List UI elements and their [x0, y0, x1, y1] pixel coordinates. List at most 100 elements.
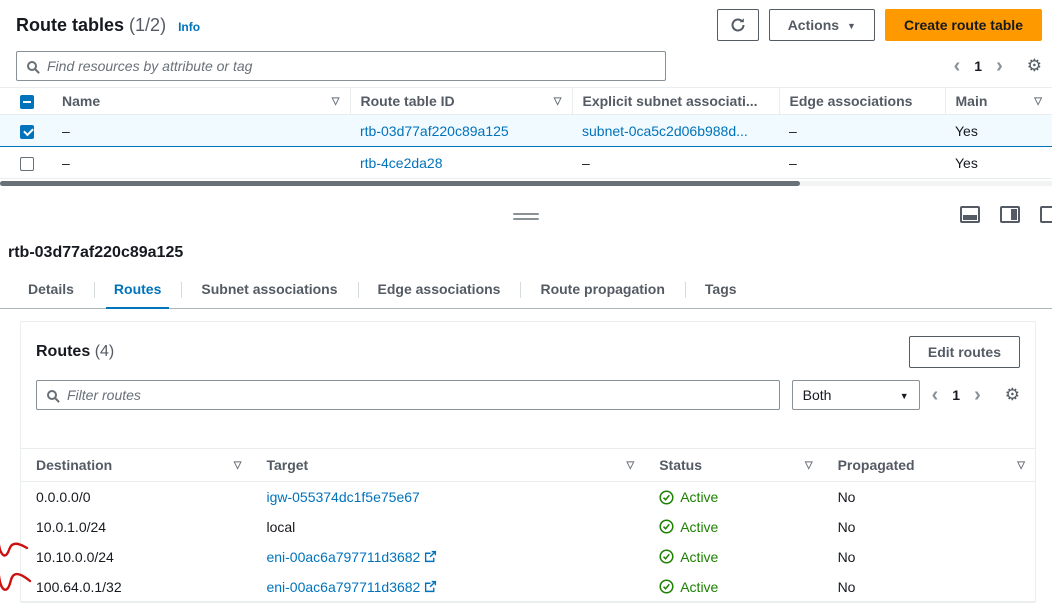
- status-label: Active: [680, 489, 718, 505]
- tab-edge-associations[interactable]: Edge associations: [358, 272, 521, 308]
- filter-routes-box[interactable]: [36, 380, 780, 410]
- search-input[interactable]: [45, 57, 655, 75]
- select-all-checkbox[interactable]: [20, 95, 34, 109]
- column-label: Main: [956, 93, 988, 109]
- split-panel-bar: [0, 200, 1052, 242]
- column-header-propagated[interactable]: Propagated ▽: [823, 449, 1035, 482]
- cell-propagated: No: [823, 542, 1035, 572]
- actions-button-label: Actions: [788, 17, 839, 33]
- info-link[interactable]: Info: [178, 20, 200, 34]
- tab-routes[interactable]: Routes: [94, 272, 181, 308]
- status-badge: Active: [659, 549, 812, 565]
- column-header-route-table-id[interactable]: Route table ID▽: [350, 88, 572, 115]
- column-header-edge-associations[interactable]: Edge associations: [779, 88, 945, 115]
- sort-icon: ▽: [1017, 460, 1025, 471]
- search-icon: [47, 390, 57, 400]
- cell-destination: 10.10.0.0/24: [21, 542, 251, 572]
- column-label: Edge associations: [790, 93, 913, 109]
- tab-tags[interactable]: Tags: [685, 272, 757, 308]
- preferences-gear-icon[interactable]: ⚙: [1027, 56, 1042, 76]
- cell-propagated: No: [823, 572, 1035, 602]
- tab-route-propagation[interactable]: Route propagation: [520, 272, 684, 308]
- route-row: 100.64.0.1/32 eni-00ac6a797711d3682 Acti…: [21, 572, 1035, 602]
- column-label: Destination: [36, 457, 112, 473]
- column-header-name[interactable]: Name▽: [52, 88, 350, 115]
- column-header-main[interactable]: Main ▽: [945, 88, 1052, 115]
- external-link-icon[interactable]: [424, 550, 437, 563]
- route-table-id-link[interactable]: rtb-4ce2da28: [360, 155, 443, 171]
- maximize-panel-icon[interactable]: [1040, 206, 1052, 223]
- status-label: Active: [680, 519, 718, 535]
- cell-propagated: No: [823, 482, 1035, 512]
- column-label: Target: [266, 457, 308, 473]
- horizontal-scrollbar[interactable]: [0, 181, 1052, 186]
- filter-routes-input[interactable]: [65, 386, 769, 404]
- routes-count: (4): [95, 343, 115, 360]
- column-header-destination[interactable]: Destination▽: [21, 449, 251, 482]
- list-toolbar: ‹ 1 › ⚙: [0, 45, 1052, 87]
- column-label: Status: [659, 457, 702, 473]
- search-icon: [27, 61, 37, 71]
- column-header-status[interactable]: Status▽: [644, 449, 822, 482]
- cell-explicit-subnet: –: [572, 147, 779, 179]
- table-row[interactable]: – rtb-03d77af220c89a125 subnet-0ca5c2d06…: [0, 115, 1052, 147]
- bottom-panel-layout-icon[interactable]: [960, 206, 980, 223]
- preferences-gear-icon[interactable]: ⚙: [1005, 385, 1020, 405]
- status-badge: Active: [659, 489, 812, 505]
- route-type-select[interactable]: Both ▼: [792, 380, 920, 410]
- current-page[interactable]: 1: [974, 58, 982, 74]
- subnet-association-link[interactable]: subnet-0ca5c2d06b988d...: [582, 123, 748, 139]
- refresh-icon: [730, 17, 746, 33]
- column-header-target[interactable]: Target▽: [251, 449, 644, 482]
- row-checkbox[interactable]: [20, 157, 34, 171]
- tab-subnet-associations[interactable]: Subnet associations: [181, 272, 357, 308]
- route-row: 10.10.0.0/24 eni-00ac6a797711d3682 Activ…: [21, 542, 1035, 572]
- prev-page-button[interactable]: ‹: [932, 385, 939, 405]
- target-link[interactable]: eni-00ac6a797711d3682: [266, 579, 420, 595]
- row-checkbox[interactable]: [20, 125, 34, 139]
- search-box[interactable]: [16, 51, 666, 81]
- external-link-icon[interactable]: [424, 580, 437, 593]
- tab-details[interactable]: Details: [8, 272, 94, 308]
- create-route-table-button[interactable]: Create route table: [885, 9, 1042, 41]
- cell-target: local: [251, 512, 644, 542]
- status-label: Active: [680, 549, 718, 565]
- caret-down-icon: ▼: [900, 391, 909, 401]
- cell-main: Yes: [945, 115, 1052, 147]
- table-row[interactable]: – rtb-4ce2da28 – – Yes: [0, 147, 1052, 179]
- route-table-id-link[interactable]: rtb-03d77af220c89a125: [360, 123, 509, 139]
- status-success-icon: [659, 490, 674, 505]
- side-panel-layout-icon[interactable]: [1000, 206, 1020, 223]
- page-title-text: Route tables: [16, 15, 124, 35]
- actions-button[interactable]: Actions ▼: [769, 9, 875, 41]
- target-link[interactable]: eni-00ac6a797711d3682: [266, 549, 420, 565]
- detail-title: rtb-03d77af220c89a125: [8, 244, 1052, 262]
- route-tables-table: Name▽ Route table ID▽ Explicit subnet as…: [0, 87, 1052, 179]
- routes-card: Routes (4) Edit routes Both ▼ ‹ 1 › ⚙ De…: [20, 321, 1036, 603]
- cell-destination: 0.0.0.0/0: [21, 482, 251, 512]
- route-row: 10.0.1.0/24 local Active No: [21, 512, 1035, 542]
- edit-routes-button[interactable]: Edit routes: [909, 336, 1020, 368]
- routes-toolbar: Both ▼ ‹ 1 › ⚙: [21, 374, 1035, 420]
- next-page-button[interactable]: ›: [996, 56, 1003, 76]
- cell-name: –: [52, 115, 350, 147]
- scrollbar-thumb[interactable]: [0, 181, 800, 186]
- column-label: Propagated: [838, 457, 915, 473]
- cell-edge-associations: –: [779, 147, 945, 179]
- prev-page-button[interactable]: ‹: [954, 56, 961, 76]
- route-type-select-value: Both: [803, 387, 832, 403]
- sort-icon: ▽: [1034, 96, 1042, 107]
- column-label: Route table ID: [361, 93, 455, 109]
- next-page-button[interactable]: ›: [974, 385, 981, 405]
- routes-title: Routes (4): [36, 343, 114, 361]
- column-label: Explicit subnet associati...: [583, 93, 758, 109]
- table-header-row: Destination▽ Target▽ Status▽ Propagated ▽: [21, 449, 1035, 482]
- column-header-explicit-subnet[interactable]: Explicit subnet associati...: [572, 88, 779, 115]
- current-page[interactable]: 1: [952, 387, 960, 403]
- split-drag-handle[interactable]: [513, 210, 539, 223]
- refresh-button[interactable]: [717, 9, 759, 41]
- select-all-header[interactable]: [0, 88, 52, 115]
- detail-tabs: Details Routes Subnet associations Edge …: [0, 272, 1052, 309]
- target-link[interactable]: igw-055374dc1f5e75e67: [266, 489, 419, 505]
- cell-main: Yes: [945, 147, 1052, 179]
